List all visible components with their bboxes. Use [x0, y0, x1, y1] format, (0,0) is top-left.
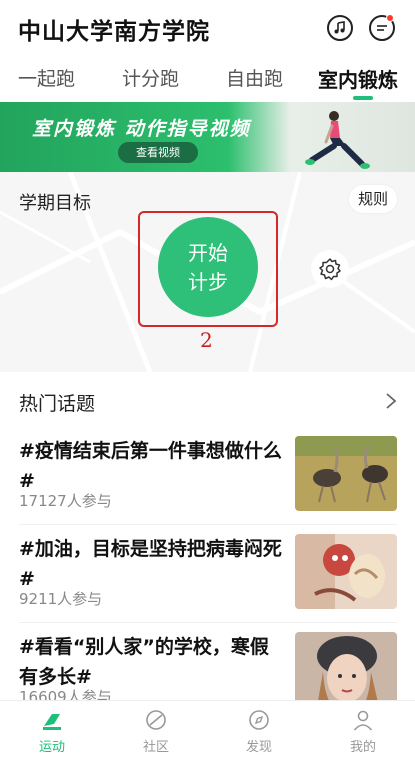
- nav-sports[interactable]: 运动: [0, 701, 104, 758]
- cartoon-thumbnail: [295, 534, 397, 609]
- running-icon: [43, 714, 61, 730]
- topic-item[interactable]: #加油，目标是坚持把病毒闷死# 9211人参与: [0, 528, 415, 624]
- music-icon[interactable]: [327, 15, 353, 41]
- nav-label: 发现: [245, 740, 272, 755]
- tab-together-run[interactable]: 一起跑: [18, 64, 75, 91]
- semester-goal-title: 学期目标: [19, 193, 91, 214]
- view-video-button[interactable]: 查看视频: [118, 142, 198, 163]
- nav-discover[interactable]: 发现: [207, 701, 311, 758]
- app-title: 中山大学南方学院: [18, 19, 210, 45]
- user-icon: [353, 710, 373, 731]
- nav-label: 运动: [38, 740, 65, 755]
- rules-button[interactable]: 规则: [349, 185, 397, 213]
- girl-photo-thumbnail: [295, 632, 397, 707]
- indoor-exercise-banner[interactable]: 室内锻炼 动作指导视频 查看视频: [0, 102, 415, 172]
- tab-score-run[interactable]: 计分跑: [122, 64, 179, 91]
- topic-item[interactable]: #疫情结束后第一件事想做什么# 17127人参与: [0, 430, 415, 526]
- start-button-line1: 开始: [188, 241, 228, 265]
- divider: [19, 622, 397, 623]
- community-icon: [146, 710, 166, 730]
- divider: [19, 524, 397, 525]
- settings-gear-button[interactable]: [311, 250, 349, 288]
- annotation-number: 2: [200, 328, 213, 352]
- chevron-right-icon: [386, 393, 397, 409]
- tab-bar: 一起跑 计分跑 自由跑 室内锻炼: [0, 56, 415, 102]
- hot-topics-title: 热门话题: [19, 393, 96, 415]
- app-header: 中山大学南方学院: [0, 0, 415, 56]
- nav-profile[interactable]: 我的: [311, 701, 415, 758]
- topic-title: #看看“别人家”的学校，寒假有多长#: [19, 636, 269, 688]
- tab-indoor-exercise[interactable]: 室内锻炼: [318, 64, 398, 93]
- nav-label: 我的: [349, 740, 376, 755]
- semester-goal-section: 学期目标 规则 开始 计步 2: [0, 172, 415, 372]
- start-step-count-button[interactable]: 开始 计步: [158, 217, 258, 317]
- gear-icon: [319, 258, 341, 281]
- topic-participants: 17127人参与: [19, 492, 112, 510]
- exercise-figure-image: [305, 111, 370, 169]
- topic-participants: 9211人参与: [19, 590, 103, 608]
- hot-topics-header[interactable]: 热门话题: [0, 374, 415, 426]
- compass-icon: [249, 710, 269, 730]
- start-button-line2: 计步: [188, 270, 228, 294]
- topic-title: #疫情结束后第一件事想做什么#: [19, 440, 282, 492]
- banner-title: 室内锻炼 动作指导视频: [32, 118, 251, 140]
- nav-community[interactable]: 社区: [104, 701, 208, 758]
- nav-label: 社区: [142, 740, 169, 755]
- tab-free-run[interactable]: 自由跑: [226, 64, 283, 91]
- bottom-navigation: 运动 社区 发现 我的: [0, 700, 415, 758]
- topic-title: #加油，目标是坚持把病毒闷死#: [19, 538, 282, 590]
- notification-dot: [386, 14, 394, 22]
- ostrich-photo-thumbnail: [295, 436, 397, 511]
- active-tab-indicator: [353, 96, 373, 100]
